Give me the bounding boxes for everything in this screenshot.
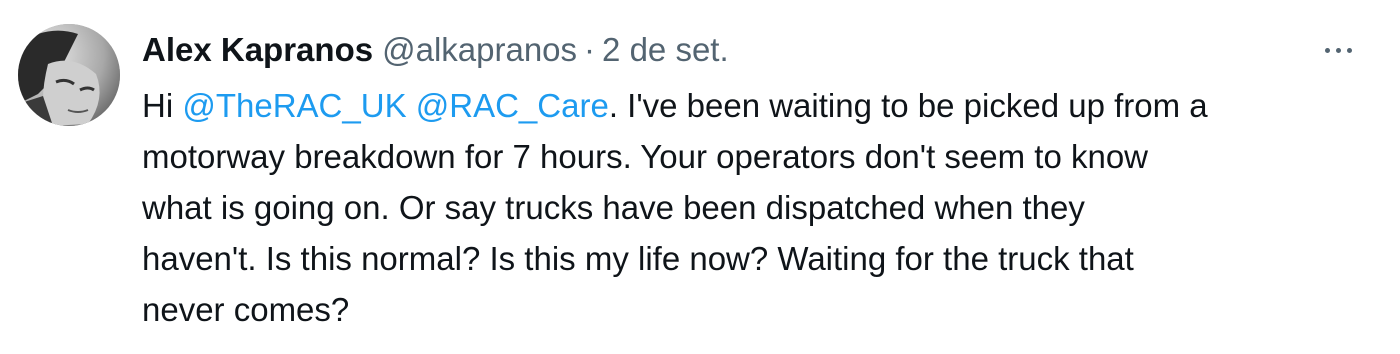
mention-therac-uk[interactable]: @TheRAC_UK (182, 87, 406, 124)
mention-rac-care[interactable]: @RAC_Care (416, 87, 609, 124)
tweet-date[interactable]: 2 de set. (602, 26, 729, 74)
avatar[interactable] (18, 24, 120, 126)
tweet-header: Alex Kapranos @alkapranos · 2 de set. (142, 26, 729, 74)
more-options-icon[interactable] (1316, 30, 1360, 70)
author-name[interactable]: Alex Kapranos (142, 26, 373, 74)
tweet-text: Hi @TheRAC_UK @RAC_Care. I've been waiti… (142, 80, 1372, 335)
author-handle[interactable]: @alkapranos (382, 26, 577, 74)
tweet-text-prefix: Hi (142, 87, 183, 124)
header-separator: · (584, 31, 596, 68)
tweet: Alex Kapranos @alkapranos · 2 de set. Hi… (0, 0, 1400, 354)
avatar-image (18, 24, 120, 126)
